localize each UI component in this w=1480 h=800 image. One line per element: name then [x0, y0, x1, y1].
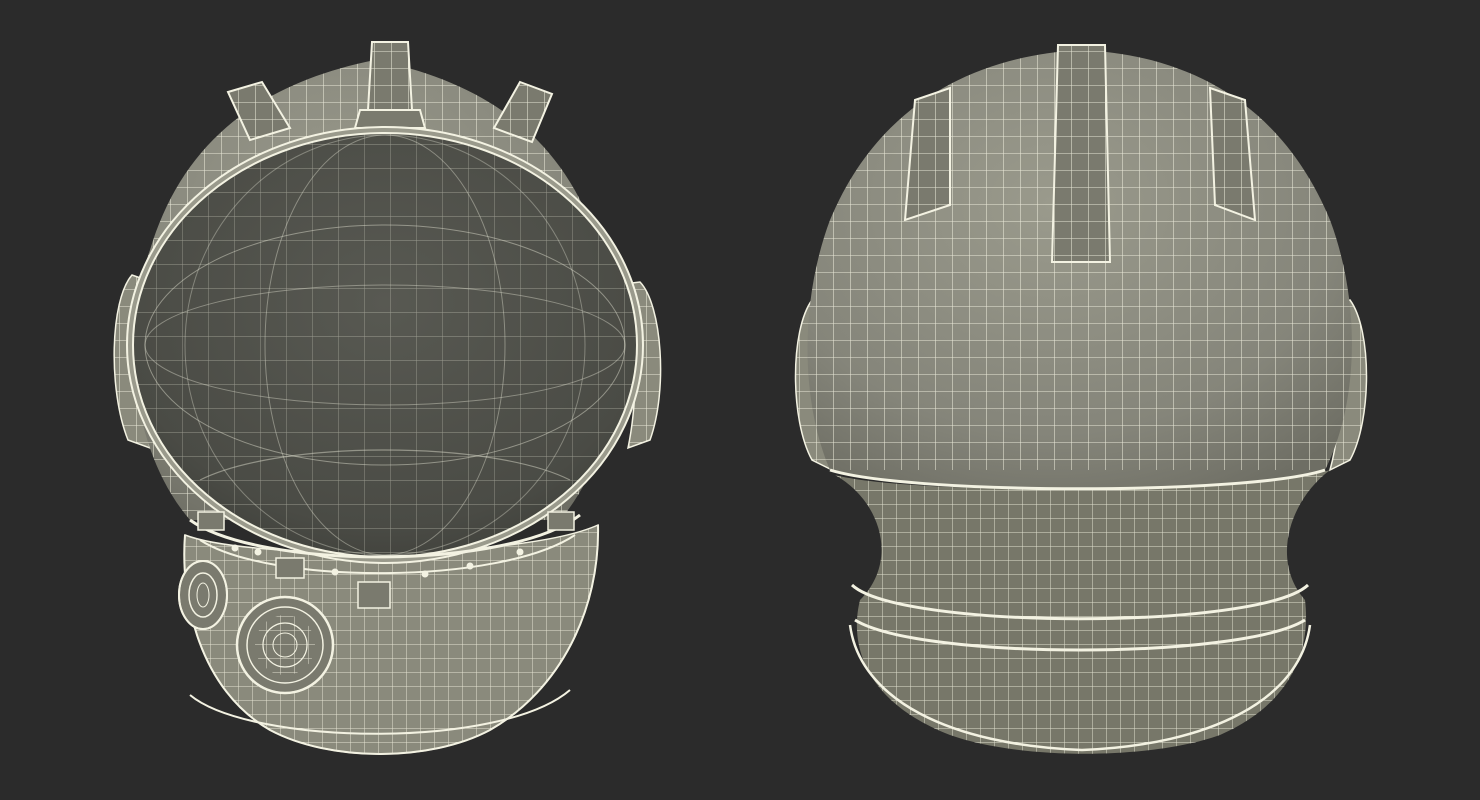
- render-canvas: [0, 0, 1480, 800]
- helmet-back-view: [794, 44, 1368, 754]
- valve-large: [235, 595, 335, 695]
- valve-small: [178, 560, 228, 630]
- wireframe-scene: [0, 0, 1480, 800]
